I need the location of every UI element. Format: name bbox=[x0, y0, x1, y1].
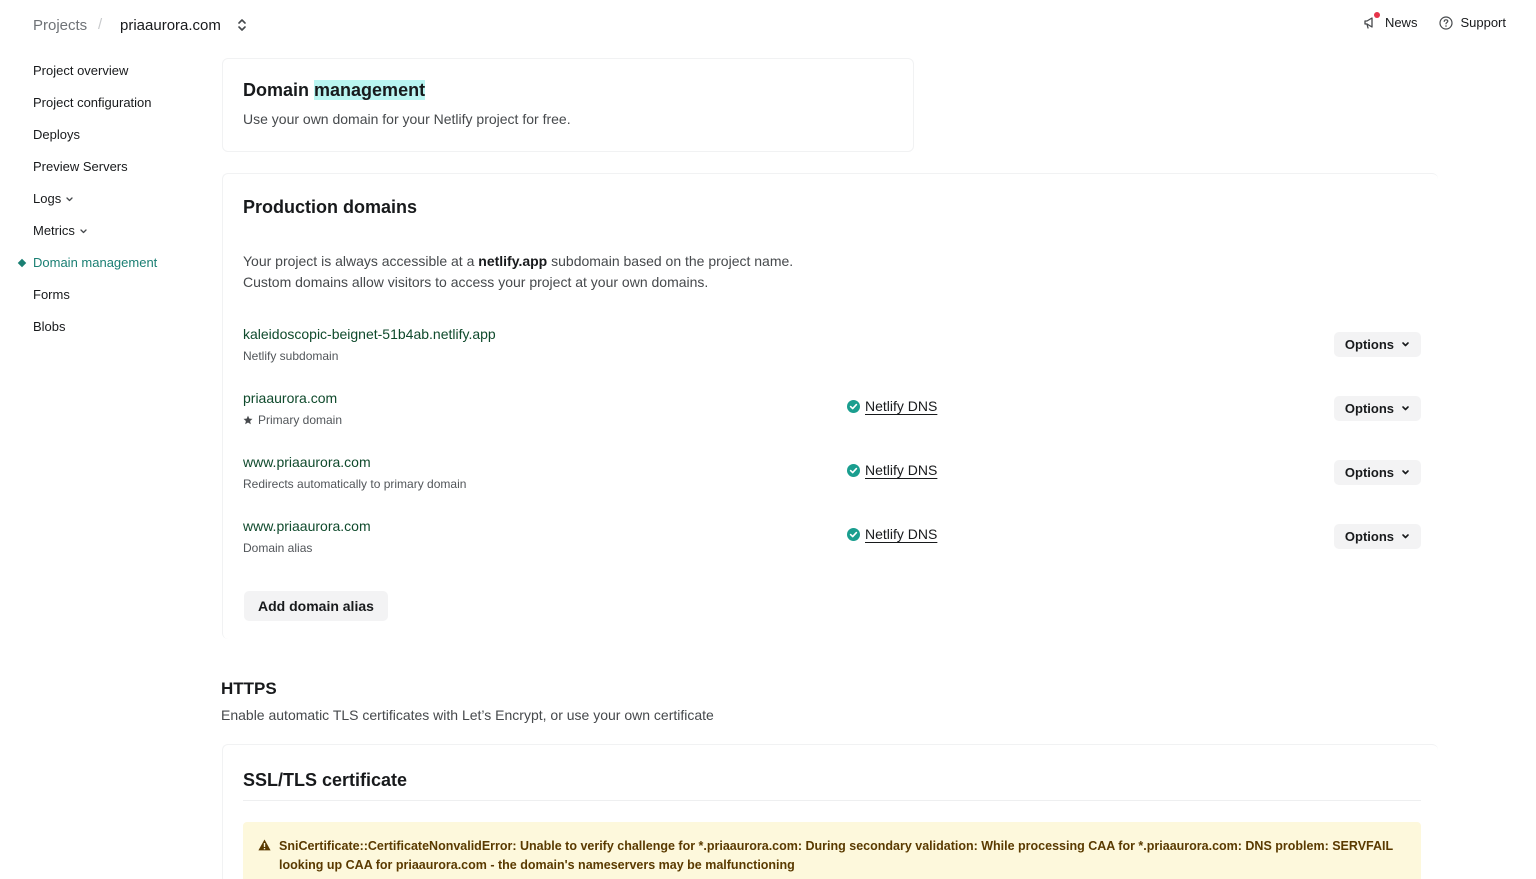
netlify-dns-link[interactable]: Netlify DNS bbox=[847, 398, 937, 414]
domain-meta-text: Netlify subdomain bbox=[243, 349, 339, 363]
options-label: Options bbox=[1344, 337, 1394, 352]
domain-row: kaleidoscopic-beignet-51b4ab.netlify.app… bbox=[243, 326, 1421, 374]
help-circle-icon bbox=[1439, 15, 1454, 30]
support-label: Support bbox=[1460, 15, 1506, 30]
netlify-dns-link[interactable]: Netlify DNS bbox=[847, 462, 937, 478]
chevron-down-icon bbox=[1402, 342, 1409, 347]
sidebar-item-label: Logs bbox=[33, 191, 62, 206]
sidebar-item-label: Blobs bbox=[33, 319, 66, 334]
breadcrumb-projects[interactable]: Projects bbox=[33, 17, 87, 34]
chevron-down-icon bbox=[1402, 534, 1409, 539]
domain-meta: Primary domain bbox=[243, 413, 342, 427]
chevron-down-icon bbox=[1402, 470, 1409, 475]
add-domain-alias-button[interactable]: Add domain alias bbox=[244, 591, 388, 621]
news-link[interactable]: News bbox=[1363, 12, 1418, 30]
support-link[interactable]: Support bbox=[1439, 15, 1506, 30]
sidebar-item-domain-management[interactable]: Domain management bbox=[0, 247, 200, 279]
sidebar-item-label: Metrics bbox=[33, 223, 75, 238]
domain-name[interactable]: www.priaaurora.com bbox=[243, 454, 371, 470]
page-title-part: Domain bbox=[243, 80, 310, 100]
sidebar-item-metrics[interactable]: Metrics bbox=[0, 215, 200, 247]
page-title-highlight: management bbox=[314, 80, 426, 100]
desc-bold: netlify.app bbox=[478, 253, 548, 269]
warning-icon bbox=[258, 839, 271, 851]
sidebar-item-label: Forms bbox=[33, 287, 70, 302]
domain-meta-text: Primary domain bbox=[258, 413, 343, 427]
desc-text: Your project is always accessible at a bbox=[243, 253, 479, 269]
domain-name[interactable]: priaaurora.com bbox=[243, 390, 337, 406]
sidebar-item-label: Project configuration bbox=[33, 95, 152, 110]
domain-name[interactable]: kaleidoscopic-beignet-51b4ab.netlify.app bbox=[243, 326, 496, 342]
options-button[interactable]: Options bbox=[1333, 396, 1421, 421]
production-domains-description: Your project is always accessible at a n… bbox=[243, 251, 793, 293]
domain-row: www.priaaurora.com Redirects automatical… bbox=[243, 454, 1421, 502]
error-message-line: SniCertificate::CertificateNonvalidError… bbox=[279, 839, 1394, 853]
news-label: News bbox=[1384, 15, 1418, 30]
netlify-dns-label: Netlify DNS bbox=[865, 526, 938, 542]
options-button[interactable]: Options bbox=[1333, 524, 1421, 549]
page-subtitle: Use your own domain for your Netlify pro… bbox=[243, 111, 571, 127]
chevron-down-icon bbox=[80, 228, 87, 233]
error-message-line: looking up CAA for priaaurora.com - the … bbox=[279, 858, 795, 872]
star-icon bbox=[243, 415, 253, 425]
sidebar-item-label: Domain management bbox=[33, 255, 158, 270]
domain-meta: Domain alias bbox=[243, 541, 312, 555]
active-indicator-icon bbox=[17, 258, 27, 268]
options-label: Options bbox=[1344, 401, 1394, 416]
sidebar-item-label: Preview Servers bbox=[33, 159, 128, 174]
https-section-title: HTTPS bbox=[221, 679, 277, 698]
desc-text: subdomain based on the project name. bbox=[547, 253, 794, 269]
sidebar-item-deploys[interactable]: Deploys bbox=[0, 119, 200, 151]
netlify-dns-label: Netlify DNS bbox=[865, 462, 938, 478]
https-section-subtitle: Enable automatic TLS certificates with L… bbox=[221, 707, 714, 723]
sidebar: Project overview Project configuration D… bbox=[0, 55, 200, 343]
check-circle-icon bbox=[847, 463, 860, 477]
page-header-card bbox=[222, 58, 914, 152]
domain-meta-text: Redirects automatically to primary domai… bbox=[243, 477, 467, 491]
breadcrumb-site[interactable]: priaaurora.com bbox=[120, 17, 221, 34]
options-button[interactable]: Options bbox=[1333, 460, 1421, 485]
sidebar-item-forms[interactable]: Forms bbox=[0, 279, 200, 311]
megaphone-icon bbox=[1363, 12, 1380, 30]
domain-row: priaaurora.com Primary domain Netlify DN… bbox=[243, 390, 1421, 438]
certificate-error-alert: SniCertificate::CertificateNonvalidError… bbox=[243, 822, 1421, 879]
options-button[interactable]: Options bbox=[1333, 332, 1421, 357]
sidebar-item-logs[interactable]: Logs bbox=[0, 183, 200, 215]
sidebar-item-preview-servers[interactable]: Preview Servers bbox=[0, 151, 200, 183]
news-unread-dot bbox=[1373, 12, 1380, 18]
divider bbox=[243, 800, 1421, 801]
page-title: Domain management bbox=[243, 80, 426, 101]
sidebar-item-blobs[interactable]: Blobs bbox=[0, 311, 200, 343]
switch-project-icon[interactable] bbox=[236, 16, 248, 34]
domain-meta: Netlify subdomain bbox=[243, 349, 338, 363]
breadcrumb-separator: / bbox=[98, 16, 103, 33]
domain-meta: Redirects automatically to primary domai… bbox=[243, 477, 466, 491]
netlify-dns-link[interactable]: Netlify DNS bbox=[847, 526, 937, 542]
sidebar-item-project-configuration[interactable]: Project configuration bbox=[0, 87, 200, 119]
options-label: Options bbox=[1344, 465, 1394, 480]
domain-row: www.priaaurora.com Domain alias Netlify … bbox=[243, 518, 1421, 566]
sidebar-item-label: Project overview bbox=[33, 63, 129, 78]
chevron-down-icon bbox=[1402, 406, 1409, 411]
production-domains-title: Production domains bbox=[243, 197, 418, 217]
desc-text: Custom domains allow visitors to access … bbox=[243, 274, 709, 290]
check-circle-icon bbox=[847, 527, 860, 541]
domain-name[interactable]: www.priaaurora.com bbox=[243, 518, 371, 534]
domain-meta-text: Domain alias bbox=[243, 541, 313, 555]
sidebar-item-project-overview[interactable]: Project overview bbox=[0, 55, 200, 87]
chevron-down-icon bbox=[66, 196, 73, 201]
netlify-dns-label: Netlify DNS bbox=[865, 398, 938, 414]
options-label: Options bbox=[1344, 529, 1394, 544]
sidebar-item-label: Deploys bbox=[33, 127, 80, 142]
check-circle-icon bbox=[847, 399, 860, 413]
ssl-certificate-title: SSL/TLS certificate bbox=[243, 770, 408, 790]
top-bar: Projects / priaaurora.com News Support bbox=[0, 0, 1536, 50]
